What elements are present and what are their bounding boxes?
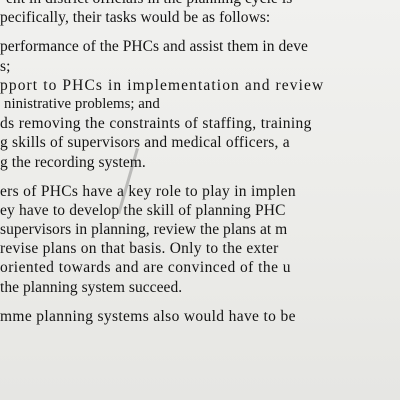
text-line: oriented towards and are convinced of th…	[0, 259, 291, 277]
text-line: revise plans on that basis. Only to the …	[0, 240, 279, 258]
text-line: pecifically, their tasks would be as fol…	[0, 9, 271, 27]
text-line: ninistrative problems; and	[4, 95, 160, 112]
document-page: ent in district officials in the plannin…	[0, 0, 400, 400]
text-line: ent in district officials in the plannin…	[0, 0, 400, 8]
text-line: the planning system succeed.	[0, 278, 183, 296]
document-text: ent in district officials in the plannin…	[0, 0, 400, 326]
text-line: performance of the PHCs and assist them …	[0, 38, 308, 56]
text-line: mme planning systems also would have to …	[0, 307, 296, 325]
text-line: ers of PHCs have a key role to play in i…	[0, 182, 296, 200]
text-line: g skills of supervisors and medical offi…	[0, 134, 290, 152]
text-line: ds removing the constraints of staffing,…	[0, 115, 312, 133]
text-line: s;	[0, 57, 11, 75]
text-line: pport to PHCs in implementation and revi…	[0, 76, 325, 94]
text-line: g the recording system.	[0, 153, 146, 171]
text-line: ey have to develop the skill of planning…	[0, 201, 286, 219]
text-line: supervisors in planning, review the plan…	[0, 221, 288, 239]
